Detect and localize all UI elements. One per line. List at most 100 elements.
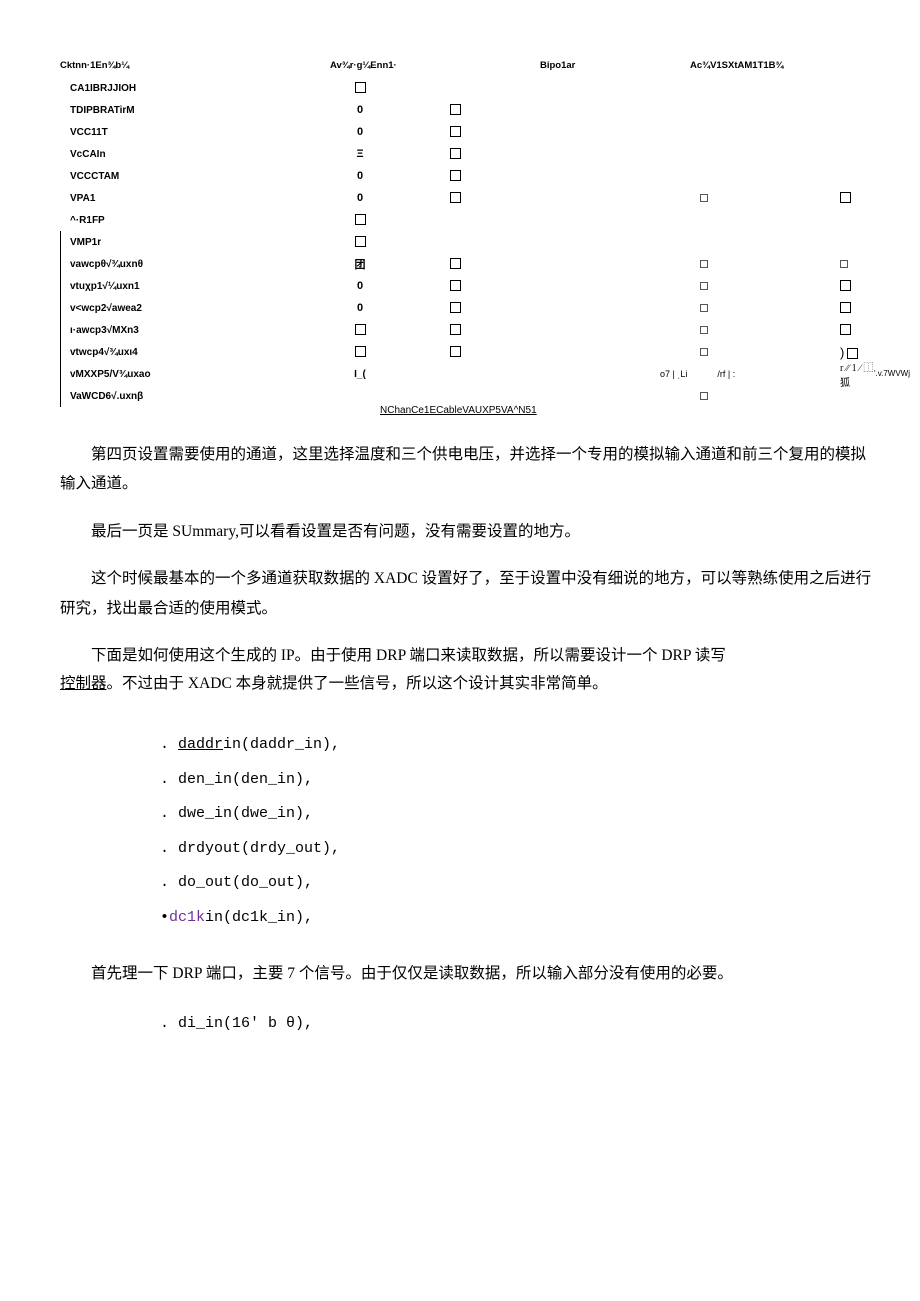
average-cell[interactable] — [450, 302, 660, 313]
average-cell[interactable] — [450, 148, 660, 159]
code-line-dclk: •dc1kin(dc1k_in), — [160, 901, 880, 936]
checkbox-icon[interactable] — [840, 260, 848, 268]
checkbox-icon[interactable] — [355, 82, 366, 93]
controller-link[interactable]: 控制器 — [60, 675, 107, 692]
code-block-2: . di_in(16' b θ), — [160, 1007, 880, 1042]
body-text: 第四页设置需要使用的通道，这里选择温度和三个供电电压，并选择一个专用的模拟输入通… — [60, 440, 880, 1041]
checkbox-icon[interactable] — [450, 324, 461, 335]
code-line-den: . den_in(den_in), — [160, 763, 880, 798]
checkbox-icon[interactable] — [355, 236, 366, 247]
bipolar-cell[interactable] — [660, 193, 840, 204]
acq-cell[interactable] — [840, 259, 880, 270]
checkbox-icon[interactable] — [450, 258, 461, 269]
checkbox-icon[interactable] — [700, 282, 708, 290]
enable-cell[interactable]: 0 — [270, 104, 450, 116]
acq-cell[interactable]: ) — [840, 345, 880, 360]
checkbox-icon[interactable] — [700, 260, 708, 268]
acq-cell[interactable] — [840, 302, 880, 313]
checkbox-icon[interactable] — [700, 194, 708, 202]
enable-cell[interactable]: 团 — [270, 256, 450, 272]
average-cell[interactable] — [450, 280, 660, 291]
checkbox-icon[interactable] — [450, 302, 461, 313]
checkbox-icon[interactable] — [355, 346, 366, 357]
enable-cell[interactable] — [270, 324, 450, 335]
table-row: vMXXP5/V¾uxaoI_(о7 | ˌLi/rf | :r ∕∕ 1 ∕ … — [60, 363, 880, 385]
bipolar-cell[interactable]: о7 | ˌLi/rf | : — [660, 369, 840, 380]
checkbox-icon[interactable] — [355, 324, 366, 335]
dclk-ident: dc1k — [169, 909, 205, 926]
code-line-do: . do_out(do_out), — [160, 866, 880, 901]
bipolar-cell[interactable] — [660, 325, 840, 336]
checkbox-icon[interactable] — [450, 148, 461, 159]
table-row: VPA10 — [60, 187, 880, 209]
bipolar-cell[interactable] — [660, 391, 840, 402]
channel-label: ^·R1FP — [60, 215, 270, 226]
checkbox-icon[interactable] — [450, 346, 461, 357]
channel-label: CA1IBRJJIOH — [60, 83, 270, 94]
enable-cell[interactable]: 0 — [270, 280, 450, 292]
checkbox-icon[interactable] — [355, 214, 366, 225]
bipolar-cell[interactable] — [660, 303, 840, 314]
checkbox-icon[interactable] — [450, 126, 461, 137]
checkbox-icon[interactable] — [700, 348, 708, 356]
table-row: VaWCD6√.uxnβ — [60, 385, 880, 407]
hdr-bipolar: Bipo1ar — [540, 60, 690, 71]
enable-cell[interactable] — [270, 236, 450, 247]
table-row: TDIPBRATirM0 — [60, 99, 880, 121]
code-line-di: . di_in(16' b θ), — [160, 1007, 880, 1042]
channel-label: vtwcp4√¾uxι4 — [60, 347, 270, 358]
bipolar-cell[interactable] — [660, 259, 840, 270]
table-row: VcCAInΞ — [60, 143, 880, 165]
enable-cell[interactable] — [270, 214, 450, 225]
code-line-dwe: . dwe_in(dwe_in), — [160, 797, 880, 832]
bipolar-cell[interactable] — [660, 281, 840, 292]
acq-cell[interactable] — [840, 192, 880, 203]
checkbox-icon[interactable] — [700, 392, 708, 400]
checkbox-icon[interactable] — [840, 192, 851, 203]
acq-cell[interactable] — [840, 280, 880, 291]
checkbox-icon[interactable] — [450, 192, 461, 203]
channel-label: VPA1 — [60, 193, 270, 204]
channel-label: ι·awcp3√MXn3 — [60, 325, 270, 336]
table-row: VCC11T0 — [60, 121, 880, 143]
code-line-daddr: . daddrin(daddr_in), — [160, 728, 880, 763]
average-cell[interactable] — [450, 324, 660, 335]
checkbox-icon[interactable] — [840, 324, 851, 335]
channel-label: v<wcp2√awea2 — [60, 303, 270, 314]
average-cell[interactable] — [450, 126, 660, 137]
enable-cell[interactable] — [270, 82, 450, 93]
checkbox-icon[interactable] — [700, 326, 708, 334]
enable-cell[interactable]: 0 — [270, 126, 450, 138]
average-cell[interactable] — [450, 192, 660, 203]
enable-cell[interactable]: 0 — [270, 192, 450, 204]
checkbox-icon[interactable] — [847, 348, 858, 359]
checkbox-icon[interactable] — [450, 104, 461, 115]
channel-label: vtuχp1√¼uxn1 — [60, 281, 270, 292]
checkbox-icon[interactable] — [450, 280, 461, 291]
checkbox-icon[interactable] — [700, 304, 708, 312]
table-row: ι·awcp3√MXn3 — [60, 319, 880, 341]
average-cell[interactable] — [450, 258, 660, 269]
hdr-acq: Ac¾V1SXtAM1T1B¾ — [690, 60, 880, 71]
channel-label: vawcpθ√¾uxnθ — [60, 259, 270, 270]
table-row: CA1IBRJJIOH — [60, 77, 880, 99]
enable-cell[interactable] — [270, 346, 450, 357]
checkbox-icon[interactable] — [450, 170, 461, 181]
channel-label: VMP1r — [60, 237, 270, 248]
code-line-drdy: . drdyout(drdy_out), — [160, 832, 880, 867]
bipolar-cell[interactable] — [660, 347, 840, 358]
paragraph-4-cont: 控制器。不过由于 XADC 本身就提供了一些信号，所以这个设计其实非常简单。 — [60, 669, 880, 698]
table-row: ^·R1FP — [60, 209, 880, 231]
acq-cell[interactable] — [840, 324, 880, 335]
enable-cell[interactable]: 0 — [270, 302, 450, 314]
average-cell[interactable] — [450, 346, 660, 357]
paragraph-1: 第四页设置需要使用的通道，这里选择温度和三个供电电压，并选择一个专用的模拟输入通… — [60, 440, 880, 499]
average-cell[interactable] — [450, 170, 660, 181]
enable-cell[interactable]: Ξ — [270, 148, 450, 160]
enable-cell[interactable]: I_( — [270, 369, 450, 380]
checkbox-icon[interactable] — [840, 302, 851, 313]
paragraph-4: 下面是如何使用这个生成的 IP。由于使用 DRP 端口来读取数据，所以需要设计一… — [60, 641, 880, 670]
enable-cell[interactable]: 0 — [270, 170, 450, 182]
average-cell[interactable] — [450, 104, 660, 115]
checkbox-icon[interactable] — [840, 280, 851, 291]
